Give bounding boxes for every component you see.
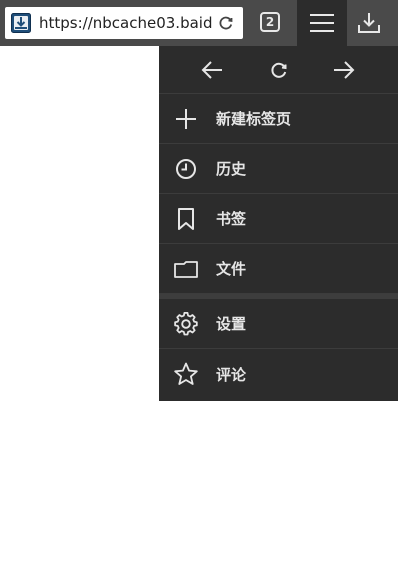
menu-nav-row [159,46,398,94]
tab-count-button[interactable]: 2 [260,12,280,32]
arrow-left-icon[interactable] [200,58,224,82]
download-icon [357,12,381,34]
menu-item-files[interactable]: 文件 [159,244,398,294]
browser-menu: 新建标签页 历史 书签 文件 设置 评论 [159,46,398,401]
star-icon [173,361,199,387]
download-button[interactable] [352,8,386,38]
menu-item-label: 书签 [216,210,247,228]
menu-item-settings[interactable]: 设置 [159,299,398,349]
menu-button[interactable] [297,0,347,46]
download-page-icon [11,13,31,33]
folder-icon [173,256,199,282]
clock-icon [173,156,199,182]
gear-icon [173,311,199,337]
menu-item-label: 评论 [216,365,247,384]
menu-item-label: 新建标签页 [216,110,292,128]
hamburger-menu-icon [310,13,334,33]
plus-icon [173,106,199,132]
arrow-right-icon[interactable] [332,58,356,82]
menu-item-label: 设置 [216,315,247,333]
menu-item-new-tab[interactable]: 新建标签页 [159,94,398,144]
reload-icon[interactable] [267,58,291,82]
menu-item-history[interactable]: 历史 [159,144,398,194]
menu-item-bookmarks[interactable]: 书签 [159,194,398,244]
reload-icon[interactable] [217,14,235,32]
bookmark-icon [173,206,199,232]
url-text[interactable]: https://nbcache03.baidup [39,14,213,32]
menu-item-feedback[interactable]: 评论 [159,349,398,399]
menu-item-label: 文件 [216,260,247,278]
menu-item-label: 历史 [216,160,247,178]
address-bar[interactable]: https://nbcache03.baidup [5,7,243,39]
browser-toolbar: https://nbcache03.baidup 2 [0,0,398,46]
